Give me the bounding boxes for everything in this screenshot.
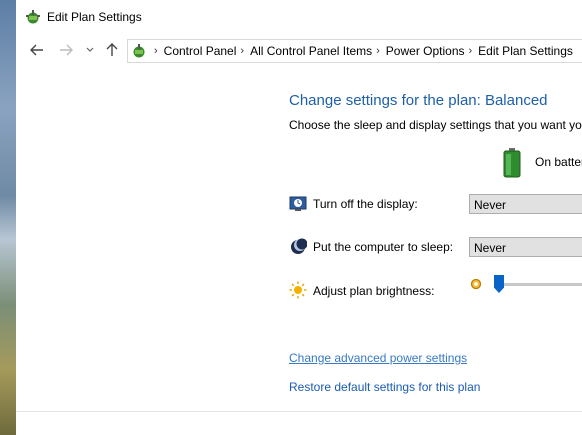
- breadcrumb-separator-icon[interactable]: ›: [376, 45, 380, 57]
- window-title: Edit Plan Settings: [47, 10, 142, 24]
- recent-locations-button[interactable]: [81, 41, 99, 59]
- brightness-slider-thumb[interactable]: [494, 275, 504, 293]
- turn-off-display-value: Never: [474, 198, 507, 212]
- turn-off-display-label: Turn off the display:: [313, 197, 418, 211]
- breadcrumb-separator-icon[interactable]: ›: [240, 45, 244, 57]
- edit-plan-settings-window: Edit Plan Settings › Control Panel › All…: [16, 0, 582, 435]
- desktop-background: [0, 0, 16, 435]
- dim-sun-icon: [470, 278, 482, 290]
- breadcrumb-separator-icon[interactable]: ›: [469, 45, 473, 57]
- title-bar: Edit Plan Settings: [16, 0, 582, 34]
- breadcrumb-control-panel[interactable]: Control Panel: [164, 44, 237, 58]
- brightness-slider-track[interactable]: [496, 283, 582, 286]
- on-battery-header: On battery: [535, 155, 582, 169]
- breadcrumb-all-items[interactable]: All Control Panel Items: [250, 44, 372, 58]
- forward-button[interactable]: [57, 41, 75, 59]
- page-subtitle: Choose the sleep and display settings th…: [289, 118, 582, 132]
- navigation-bar: › Control Panel › All Control Panel Item…: [16, 34, 582, 66]
- sun-icon: [289, 281, 307, 299]
- arrow-up-icon: [106, 43, 118, 56]
- page-title: Change settings for the plan: Balanced: [289, 92, 548, 109]
- sleep-select[interactable]: Never: [469, 237, 582, 257]
- arrow-left-icon: [30, 44, 43, 56]
- arrow-right-icon: [60, 44, 73, 56]
- breadcrumb: › Control Panel › All Control Panel Item…: [150, 40, 573, 62]
- chevron-down-icon: [86, 47, 94, 52]
- restore-defaults-link[interactable]: Restore default settings for this plan: [289, 380, 480, 394]
- breadcrumb-edit-plan-settings[interactable]: Edit Plan Settings: [478, 44, 573, 58]
- breadcrumb-power-options[interactable]: Power Options: [386, 44, 465, 58]
- breadcrumb-separator-icon: ›: [154, 45, 158, 57]
- up-button[interactable]: [103, 41, 121, 59]
- brightness-label: Adjust plan brightness:: [313, 284, 435, 298]
- footer-divider: [16, 411, 582, 412]
- battery-icon: [503, 148, 521, 178]
- sleep-moon-icon: [289, 238, 308, 256]
- change-advanced-power-settings-link[interactable]: Change advanced power settings: [289, 351, 467, 365]
- address-bar[interactable]: › Control Panel › All Control Panel Item…: [127, 39, 582, 63]
- sleep-value: Never: [474, 241, 507, 255]
- control-panel-icon: [131, 43, 147, 59]
- display-icon: [289, 195, 307, 213]
- sleep-label: Put the computer to sleep:: [313, 240, 454, 254]
- power-plan-icon: [25, 9, 41, 25]
- back-button[interactable]: [28, 41, 46, 59]
- turn-off-display-select[interactable]: Never: [469, 194, 582, 214]
- main-content: Change settings for the plan: Balanced C…: [16, 66, 582, 435]
